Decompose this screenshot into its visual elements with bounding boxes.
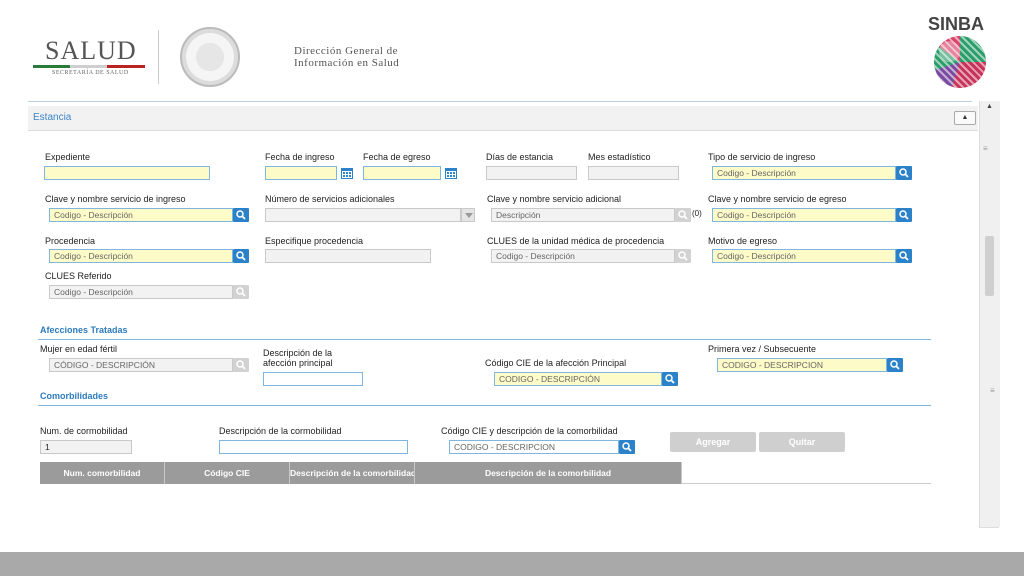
table-header-descripcion-2: Descripción de la comorbilidad (415, 462, 682, 484)
table-header-cie: Código CIE (165, 462, 290, 484)
sinba-title: SINBA (928, 14, 985, 34)
desc-comorbilidad-label: Descripción de la cormobilidad (219, 426, 342, 436)
mujer-fertil-input: CÓDIGO - DESCRIPCIÓN (49, 358, 233, 372)
scroll-grip-icon: ≡ (983, 144, 988, 153)
num-servicios-adicionales-label: Número de servicios adicionales (265, 194, 395, 204)
especifique-procedencia-input (265, 249, 431, 263)
section-title: Estancia (33, 112, 72, 123)
tipo-servicio-ingreso-label: Tipo de servicio de ingreso (708, 152, 816, 162)
fecha-egreso-input[interactable] (363, 166, 441, 180)
footer-bar (0, 552, 1024, 576)
clues-procedencia-label: CLUES de la unidad médica de procedencia (487, 236, 665, 246)
search-icon[interactable] (233, 249, 249, 263)
scrollbar-thumb[interactable] (985, 236, 994, 296)
clave-servicio-egreso-label: Clave y nombre servicio de egreso (708, 194, 847, 204)
scroll-up-icon[interactable]: ▲ (986, 103, 993, 110)
clave-servicio-adicional-label: Clave y nombre servicio adicional (487, 194, 622, 204)
header-divider (158, 30, 159, 84)
agregar-button[interactable]: Agregar (670, 432, 756, 452)
desc-afeccion-input[interactable] (263, 372, 363, 386)
desc-afeccion-label-1: Descripción de la (263, 348, 333, 358)
clues-procedencia-input: Codigo - Descripción (491, 249, 675, 263)
servicios-adicionales-count: (0) (692, 209, 702, 218)
search-icon[interactable] (896, 166, 912, 180)
table-header-descripcion: Descripción de la comorbilidad (290, 462, 415, 484)
primera-vez-input[interactable]: CODIGO - DESCRIPCION (717, 358, 887, 372)
cie-comorbilidad-input[interactable]: CODIGO - DESCRIPCION (449, 440, 619, 454)
afecciones-separator (38, 339, 931, 340)
search-icon[interactable] (887, 358, 903, 372)
clave-servicio-ingreso-label: Clave y nombre servicio de ingreso (45, 194, 186, 204)
clave-servicio-adicional-input: Descripción (491, 208, 675, 222)
afecciones-title: Afecciones Tratadas (40, 325, 128, 335)
calendar-icon[interactable] (340, 166, 354, 180)
scroll-grip-icon: ≡ (990, 386, 995, 395)
dias-estancia-input (486, 166, 577, 180)
cie-principal-input[interactable]: CODIGO - DESCRIPCIÓN (494, 372, 662, 386)
expediente-input[interactable] (44, 166, 210, 180)
sinba-logo-icon (934, 36, 986, 88)
table-border (682, 483, 931, 484)
fecha-ingreso-label: Fecha de ingreso (265, 152, 335, 162)
search-icon (233, 358, 249, 372)
expediente-label: Expediente (45, 152, 91, 162)
collapse-button[interactable]: ▲ (954, 111, 976, 125)
num-comorbilidad-label: Num. de cormobilidad (40, 426, 128, 436)
fecha-ingreso-input[interactable] (265, 166, 337, 180)
search-icon[interactable] (233, 208, 249, 222)
mujer-fertil-label: Mujer en edad fértil (40, 344, 118, 354)
search-icon[interactable] (619, 440, 635, 454)
calendar-icon[interactable] (444, 166, 458, 180)
comorbilidades-title: Comorbilidades (40, 391, 109, 401)
num-comorbilidad-input: 1 (40, 440, 132, 454)
clues-referido-label: CLUES Referido (45, 271, 112, 281)
scrollbar[interactable] (979, 101, 1000, 527)
procedencia-label: Procedencia (45, 236, 96, 246)
desc-afeccion-label-2: afección principal (263, 358, 333, 368)
desc-comorbilidad-input[interactable] (219, 440, 408, 454)
fecha-egreso-label: Fecha de egreso (363, 152, 431, 162)
chevron-down-icon[interactable] (461, 208, 475, 222)
dgis-title-line1: Dirección General de (294, 45, 399, 57)
dgis-title: Dirección General de Información en Salu… (294, 45, 399, 69)
num-servicios-adicionales-select[interactable] (265, 208, 461, 222)
header-separator (28, 101, 972, 102)
search-icon[interactable] (662, 372, 678, 386)
dias-estancia-label: Días de estancia (486, 152, 554, 162)
clave-servicio-ingreso-input[interactable]: Codigo - Descripción (49, 208, 233, 222)
search-icon (675, 249, 691, 263)
section-header (28, 106, 978, 131)
clave-servicio-egreso-input[interactable]: Codigo - Descripción (712, 208, 896, 222)
primera-vez-label: Primera vez / Subsecuente (708, 344, 817, 354)
search-icon[interactable] (896, 249, 912, 263)
procedencia-input[interactable]: Codigo - Descripción (49, 249, 233, 263)
scrollbar-end (979, 527, 999, 528)
table-header-num: Num. comorbilidad (40, 462, 165, 484)
mes-estadistico-input (588, 166, 679, 180)
comorbilidades-separator (38, 405, 931, 406)
cie-comorbilidad-label: Código CIE y descripción de la comorbili… (441, 426, 618, 436)
salud-logo-text: SALUD (45, 36, 137, 65)
salud-logo-subtitle: SECRETARÍA DE SALUD (52, 70, 129, 76)
clues-referido-input: Codigo - Descripción (49, 285, 233, 299)
motivo-egreso-label: Motivo de egreso (708, 236, 778, 246)
search-icon (675, 208, 691, 222)
salud-logo-stripe (33, 65, 145, 68)
search-icon[interactable] (896, 208, 912, 222)
search-icon (233, 285, 249, 299)
tipo-servicio-ingreso-input[interactable]: Codigo - Descripción (712, 166, 896, 180)
cie-principal-label: Código CIE de la afección Principal (485, 358, 627, 368)
mexico-seal-icon (180, 27, 240, 87)
mes-estadistico-label: Mes estadístico (588, 152, 651, 162)
quitar-button[interactable]: Quitar (759, 432, 845, 452)
especifique-procedencia-label: Especifique procedencia (265, 236, 364, 246)
dgis-title-line2: Información en Salud (294, 57, 400, 69)
motivo-egreso-input[interactable]: Codigo - Descripción (712, 249, 896, 263)
